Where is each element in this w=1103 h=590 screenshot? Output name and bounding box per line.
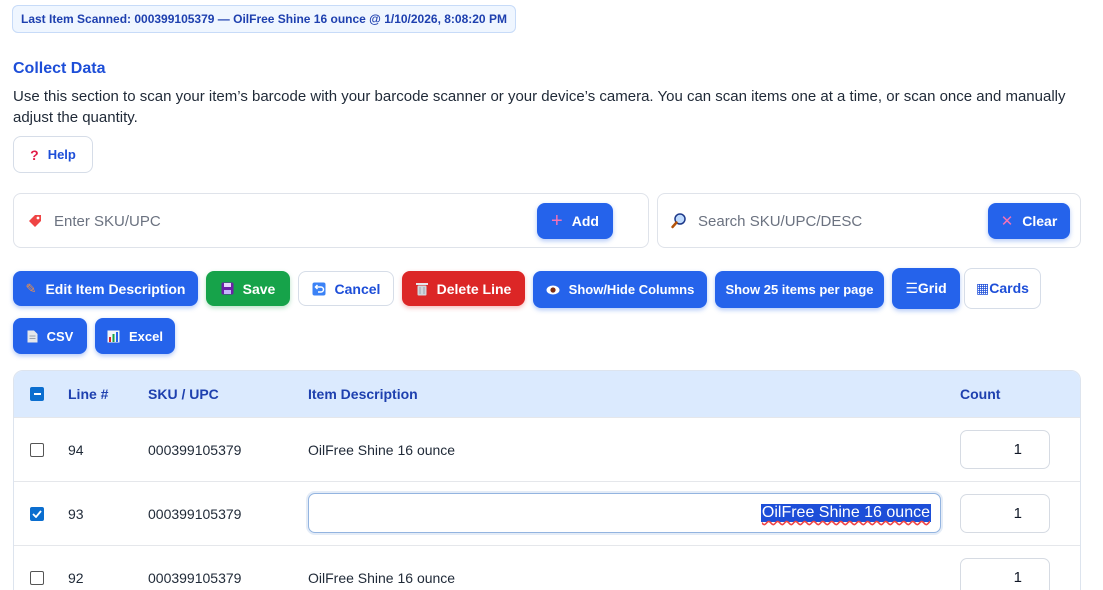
table-row[interactable]: 93 000399105379 OilFree Shine 16 ounce 1 (14, 481, 1080, 545)
description-edit-value: OilFree Shine 16 ounce (760, 504, 931, 522)
row-checkbox[interactable] (30, 571, 44, 585)
save-button[interactable]: Save (206, 271, 290, 306)
sku-input-box: + Add (13, 193, 649, 248)
grid-view-button[interactable]: ☰Grid (892, 268, 960, 309)
help-button[interactable]: ? Help (13, 136, 93, 173)
pencil-icon: ✎ (25, 280, 37, 296)
sku-cell: 000399105379 (148, 506, 242, 522)
items-table: Line # SKU / UPC Item Description Count … (13, 370, 1081, 590)
line-number: 92 (68, 570, 84, 586)
cancel-button[interactable]: Cancel (298, 271, 394, 306)
bar-chart-icon (107, 330, 120, 343)
add-label: Add (571, 213, 599, 229)
sku-input[interactable] (54, 206, 524, 236)
question-icon: ? (30, 146, 39, 163)
page-size-label: Show 25 items per page (725, 282, 874, 297)
help-label: Help (47, 147, 76, 162)
line-number: 94 (68, 442, 84, 458)
excel-export-button[interactable]: Excel (95, 318, 175, 354)
show-hide-columns-label: Show/Hide Columns (568, 282, 695, 297)
description-cell: OilFree Shine 16 ounce (308, 570, 456, 586)
row-checkbox[interactable] (30, 507, 44, 521)
sku-cell: 000399105379 (148, 570, 242, 586)
eye-icon (546, 285, 560, 295)
column-header-description[interactable]: Item Description (308, 386, 418, 402)
select-all-checkbox[interactable] (30, 387, 44, 401)
table-row[interactable]: 94 000399105379 OilFree Shine 16 ounce 1 (14, 417, 1080, 481)
clear-label: Clear (1022, 213, 1058, 229)
delete-line-button[interactable]: Delete Line (402, 271, 525, 306)
edit-description-label: Edit Item Description (45, 280, 186, 297)
sku-cell: 000399105379 (148, 442, 242, 458)
search-icon (671, 213, 686, 229)
table-header: Line # SKU / UPC Item Description Count (14, 371, 1080, 417)
page-size-button[interactable]: Show 25 items per page (715, 271, 884, 308)
count-input[interactable]: 1 (960, 430, 1050, 469)
undo-icon (312, 282, 326, 296)
close-icon: ✕ (1000, 213, 1014, 230)
search-input[interactable] (698, 206, 978, 236)
show-hide-columns-button[interactable]: Show/Hide Columns (533, 271, 707, 308)
cards-view-button[interactable]: ▦Cards (964, 268, 1041, 309)
line-number: 93 (68, 506, 84, 522)
column-header-line[interactable]: Line # (68, 386, 108, 402)
edit-description-button[interactable]: ✎ Edit Item Description (13, 271, 198, 306)
description-edit-input[interactable]: OilFree Shine 16 ounce (308, 493, 941, 533)
grid-view-label: ☰Grid (905, 280, 947, 296)
tag-icon (29, 215, 41, 227)
cards-view-label: ▦Cards (976, 280, 1029, 296)
collect-data-page: Last Item Scanned: 000399105379 — OilFre… (0, 0, 1103, 590)
trash-icon (415, 282, 428, 296)
delete-line-label: Delete Line (436, 280, 512, 297)
plus-icon: + (551, 209, 563, 232)
count-input[interactable]: 1 (960, 558, 1050, 590)
checkmark-icon (32, 510, 42, 518)
csv-label: CSV (46, 328, 74, 344)
column-header-sku[interactable]: SKU / UPC (148, 386, 219, 402)
document-icon (27, 330, 38, 343)
floppy-disk-icon (221, 282, 234, 295)
search-input-box: ✕ Clear (657, 193, 1081, 248)
clear-button[interactable]: ✕ Clear (988, 203, 1070, 239)
save-label: Save (242, 280, 276, 297)
column-header-count[interactable]: Count (960, 386, 1000, 402)
indeterminate-icon (33, 393, 41, 395)
csv-export-button[interactable]: CSV (13, 318, 87, 354)
add-button[interactable]: + Add (537, 203, 613, 239)
description-cell: OilFree Shine 16 ounce (308, 442, 456, 458)
excel-label: Excel (129, 328, 163, 344)
table-row[interactable]: 92 000399105379 OilFree Shine 16 ounce 1 (14, 545, 1080, 590)
count-input[interactable]: 1 (960, 494, 1050, 533)
row-checkbox[interactable] (30, 443, 44, 457)
section-description: Use this section to scan your item’s bar… (13, 88, 1066, 126)
section-title: Collect Data (13, 60, 106, 77)
cancel-label: Cancel (334, 280, 381, 297)
last-scanned-badge: Last Item Scanned: 000399105379 — OilFre… (12, 5, 516, 33)
